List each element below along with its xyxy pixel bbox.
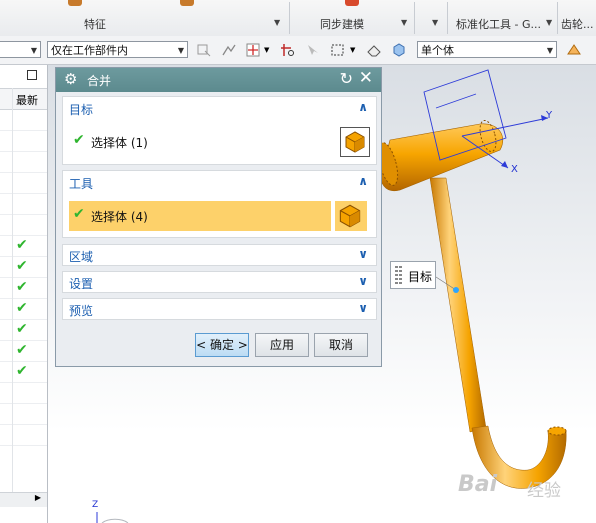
y-axis-label: Y	[546, 110, 553, 121]
x-axis-label: X	[511, 164, 518, 175]
section-region-label: 区域	[69, 250, 94, 264]
tool-select-label: 选择体 (4)	[91, 210, 148, 224]
chevron-down-icon[interactable]: ∨	[358, 274, 368, 288]
shaft-body	[429, 177, 487, 433]
section-preview-header[interactable]: 预览 ∨	[63, 299, 376, 321]
chevron-up-icon[interactable]: ∧	[358, 174, 368, 188]
cube-icon	[345, 131, 365, 153]
apply-button[interactable]: 应用	[255, 333, 309, 357]
z-axis-label: Z	[92, 500, 99, 510]
baidu-watermark-suffix: 经验	[527, 481, 561, 501]
dialog-title-bar[interactable]: ⚙ 合并 ↻ ✕	[56, 68, 381, 92]
section-target-label: 目标	[69, 103, 94, 117]
dialog-title: 合并	[87, 74, 112, 88]
cancel-button[interactable]: 取消	[314, 333, 368, 357]
section-target: 目标 ∧ ✔ 选择体 (1)	[62, 96, 377, 165]
reset-icon[interactable]: ↻	[340, 69, 353, 88]
target-body-button[interactable]	[340, 127, 370, 157]
target-tag-label: 目标	[408, 270, 433, 284]
check-icon: ✔	[73, 132, 85, 148]
gear-icon[interactable]: ⚙	[64, 70, 77, 88]
section-preview[interactable]: 预览 ∨	[62, 298, 377, 320]
section-target-header[interactable]: 目标 ∧	[63, 97, 376, 121]
target-tag[interactable]: 目标	[390, 261, 436, 289]
section-settings-label: 设置	[69, 277, 94, 291]
target-point	[453, 287, 459, 293]
unite-dialog: ⚙ 合并 ↻ ✕ 目标 ∧ ✔ 选择体 (1) 工具 ∧ ✔ 选择体 (4) 区…	[55, 67, 382, 367]
close-icon[interactable]: ✕	[359, 68, 373, 88]
baidu-watermark: Bai	[458, 472, 498, 497]
bottom-arc	[101, 518, 129, 523]
section-preview-label: 预览	[69, 304, 94, 318]
target-select-label: 选择体 (1)	[91, 136, 148, 150]
section-settings[interactable]: 设置 ∨	[62, 271, 377, 293]
target-select-body[interactable]: ✔ 选择体 (1)	[69, 127, 370, 157]
chevron-down-icon[interactable]: ∨	[358, 301, 368, 315]
section-region[interactable]: 区域 ∨	[62, 244, 377, 266]
tool-select-body[interactable]: ✔ 选择体 (4)	[69, 201, 331, 231]
tool-body-button[interactable]	[335, 201, 367, 231]
grip-handle[interactable]	[399, 266, 402, 284]
section-tool: 工具 ∧ ✔ 选择体 (4)	[62, 170, 377, 238]
section-tool-label: 工具	[69, 177, 94, 191]
chevron-down-icon[interactable]: ∨	[358, 247, 368, 261]
datum-plane-inner	[435, 93, 477, 109]
chevron-up-icon[interactable]: ∧	[358, 100, 368, 114]
x-axis-arrow	[501, 161, 508, 168]
hook-end	[547, 426, 567, 436]
check-icon: ✔	[73, 206, 85, 222]
section-region-header[interactable]: 区域 ∨	[63, 245, 376, 267]
grip-handle[interactable]	[395, 266, 398, 284]
section-tool-header[interactable]: 工具 ∧	[63, 171, 376, 195]
cube-icon	[339, 204, 361, 228]
ok-button[interactable]: < 确定 >	[195, 333, 249, 357]
section-settings-header[interactable]: 设置 ∨	[63, 272, 376, 294]
